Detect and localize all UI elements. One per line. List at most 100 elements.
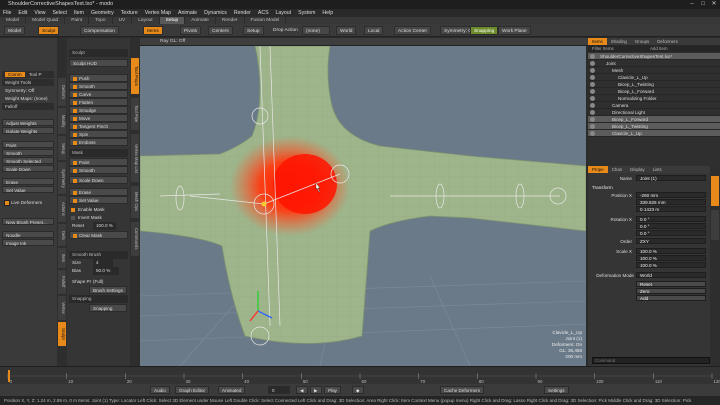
mask-paint-button[interactable]: Paint: [69, 158, 128, 166]
weight-maps-label[interactable]: Weight Maps: (none): [2, 95, 54, 102]
item-tree-row[interactable]: Joint: [588, 60, 720, 67]
vtab-symmetry[interactable]: Symmetry: [58, 162, 66, 194]
item-tree-row[interactable]: ShoulderCorrectiveShapesTest.lxo*: [588, 53, 720, 60]
menu-edit[interactable]: Edit: [18, 10, 27, 16]
menu-view[interactable]: View: [34, 10, 45, 16]
visibility-icon[interactable]: [590, 103, 595, 108]
tab-shading[interactable]: Shading: [607, 38, 631, 45]
shape-preset-value[interactable]: (Full): [93, 278, 103, 286]
reset-button[interactable]: Reset: [636, 281, 706, 287]
tab-layout[interactable]: Layout: [132, 17, 160, 24]
paint-button[interactable]: Paint: [2, 141, 54, 148]
timeline-ruler[interactable]: 0 10 20 30 40 50 60 70 80 90 100 110 120: [0, 367, 720, 385]
isolate-weights-button[interactable]: Isolate Weights: [2, 127, 54, 134]
vtab-setup[interactable]: Setup: [58, 136, 66, 160]
vtab-actions[interactable]: Actions: [58, 196, 66, 222]
settings-button[interactable]: Settings: [544, 386, 569, 394]
vtab-mesh-ops[interactable]: Mesh Ops: [131, 186, 139, 218]
menu-item[interactable]: Item: [74, 10, 84, 16]
audio-button[interactable]: Audio: [150, 386, 170, 394]
position-z-field[interactable]: 0.1423 m: [636, 206, 706, 212]
item-tree-row[interactable]: Normalizing Folder: [588, 95, 720, 102]
tab-model-quad[interactable]: Model Quad: [26, 17, 66, 24]
command-input[interactable]: [592, 357, 710, 364]
next-frame-button[interactable]: ▶: [310, 386, 322, 394]
vtab-tool-props[interactable]: Tool Props: [131, 58, 139, 94]
enable-mask-checkbox[interactable]: Enable Mask: [69, 206, 128, 214]
deformation-mode-select[interactable]: World: [636, 272, 706, 278]
item-tree-row[interactable]: Camera: [588, 102, 720, 109]
item-tree-row[interactable]: Bicep_L_Twisting: [588, 81, 720, 88]
vtab-item-properties[interactable]: [711, 176, 719, 206]
menu-texture[interactable]: Texture: [121, 10, 138, 16]
vtab-vertex[interactable]: Vertex: [58, 296, 66, 320]
tab-deformers[interactable]: Deformers: [653, 38, 682, 45]
mask-erase-button[interactable]: Erase: [69, 188, 128, 196]
scale-y-field[interactable]: 100.0 %: [636, 255, 706, 261]
sculpt-button[interactable]: Sculpt: [38, 26, 60, 35]
drop-action-select[interactable]: (none): [302, 26, 330, 35]
rotation-x-field[interactable]: 0.0 °: [636, 216, 706, 222]
viewport-scene[interactable]: [140, 46, 586, 366]
scale-x-field[interactable]: 100.0 %: [636, 248, 706, 254]
rotation-z-field[interactable]: 0.0 °: [636, 230, 706, 236]
mask-scale-down-button[interactable]: Scale Down: [69, 176, 128, 184]
size-field[interactable]: 4: [93, 259, 113, 267]
local-button[interactable]: Local: [364, 26, 384, 35]
visibility-icon[interactable]: [590, 61, 595, 66]
symmetry-label[interactable]: Symmetry: Off: [2, 87, 54, 94]
snapping-tool-button[interactable]: Snapping: [89, 304, 127, 312]
key-button[interactable]: ◆: [352, 386, 364, 394]
menu-system[interactable]: System: [298, 10, 315, 16]
tab-model[interactable]: Model: [0, 17, 27, 24]
compensation-button[interactable]: Compensation: [80, 26, 119, 35]
visibility-icon[interactable]: [590, 131, 595, 136]
vtab-vertex-map-list[interactable]: Vertex Map List: [131, 134, 139, 182]
vtab-commands[interactable]: Commands: [131, 222, 139, 256]
erase-button[interactable]: Erase: [2, 178, 54, 185]
items-button[interactable]: Items: [143, 26, 163, 35]
clear-mask-button[interactable]: Clear Mask: [69, 231, 128, 239]
model-button[interactable]: Model: [4, 26, 26, 35]
tangent-pinch-tool[interactable]: Tangent Pinch: [69, 122, 128, 130]
smooth-tool[interactable]: Smooth: [69, 82, 128, 90]
push-tool[interactable]: Push: [69, 74, 128, 82]
name-field[interactable]: Joint (1): [636, 175, 706, 181]
visibility-icon[interactable]: [590, 82, 595, 87]
tab-properties[interactable]: Prope: [588, 166, 608, 173]
item-tree-row[interactable]: Bicep_L_Forward: [588, 116, 720, 123]
scale-down-button[interactable]: Scale Down: [2, 165, 54, 172]
ray-gl-toggle[interactable]: Ray GL: Off: [160, 38, 185, 46]
reset-field[interactable]: 100.0 %: [93, 222, 116, 230]
menu-file[interactable]: File: [3, 10, 11, 16]
item-tree-row[interactable]: Mesh: [588, 67, 720, 74]
emboss-tool[interactable]: Emboss: [69, 138, 128, 146]
bias-field[interactable]: 50.0 %: [93, 267, 119, 275]
tab-items[interactable]: Items: [588, 38, 607, 45]
flatten-tool[interactable]: Flatten: [69, 98, 128, 106]
invert-mask-checkbox[interactable]: Invert Mask: [69, 214, 128, 222]
visibility-icon[interactable]: [590, 75, 595, 80]
menu-vertex-map[interactable]: Vertex Map: [145, 10, 171, 16]
tab-channels[interactable]: Chan: [608, 166, 627, 173]
noodle-button[interactable]: Noodle: [2, 231, 54, 238]
vtab-falloff[interactable]: Falloff: [58, 270, 66, 294]
minimize-button[interactable]: –: [687, 1, 697, 8]
smudge-tool[interactable]: Smudge: [69, 106, 128, 114]
action-center-button[interactable]: Action Center: [394, 26, 432, 35]
smooth-brush-header[interactable]: Smooth Brush: [69, 251, 128, 259]
new-brush-preset-button[interactable]: New Brush Preset...: [2, 218, 54, 225]
tab-paint[interactable]: Paint: [65, 17, 90, 24]
graph-editor-button[interactable]: Graph Editor: [175, 386, 210, 394]
rotation-y-field[interactable]: 0.0 °: [636, 223, 706, 229]
smooth-button[interactable]: Smooth: [2, 149, 54, 156]
tab-uv[interactable]: UV: [113, 17, 133, 24]
vtab-tool-pipe[interactable]: Tool Pipe: [131, 98, 139, 130]
item-tree-row[interactable]: Clavicle_L_Up: [588, 130, 720, 137]
mask-set-value-button[interactable]: Set Value: [69, 196, 128, 204]
tab-groups[interactable]: Groups: [631, 38, 653, 45]
3d-viewport[interactable]: Clavicle_L_Up Joint (1) Deformers: On GL…: [140, 46, 586, 366]
vtab-modify[interactable]: Modify: [58, 108, 66, 134]
selected-joint[interactable]: [261, 201, 267, 207]
visibility-icon[interactable]: [590, 117, 595, 122]
